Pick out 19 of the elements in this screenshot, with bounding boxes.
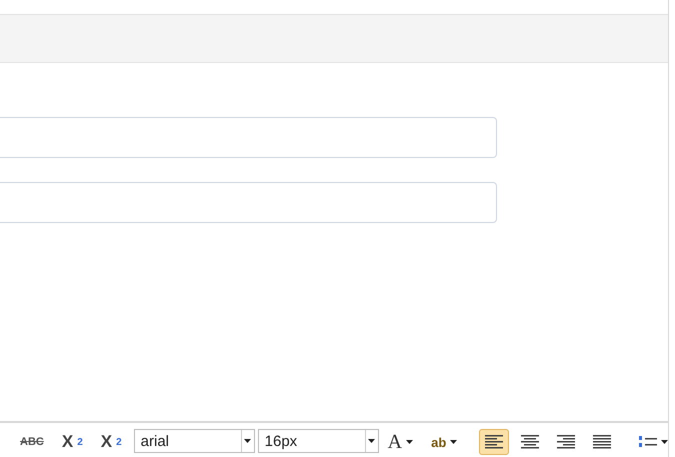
- size-select[interactable]: 16px: [258, 429, 379, 453]
- highlight-button[interactable]: ab: [425, 429, 464, 455]
- input-field[interactable]: [0, 117, 497, 158]
- strikethrough-button[interactable]: ABC: [14, 429, 50, 455]
- align-center-icon: [521, 435, 540, 449]
- font-size: 16px: [264, 432, 298, 450]
- align-right-icon: [557, 435, 576, 449]
- font-name: arial: [140, 432, 170, 450]
- align-button[interactable]: [479, 429, 510, 455]
- caret-icon: [661, 440, 668, 444]
- caret-icon: [244, 439, 252, 443]
- caret-icon: [406, 440, 414, 444]
- align-justify-icon: [593, 435, 612, 449]
- caret-icon: [450, 440, 458, 444]
- align-left-icon: [485, 435, 504, 449]
- caret-icon: [368, 439, 376, 443]
- font-select[interactable]: arial: [134, 429, 255, 453]
- input-field[interactable]: [0, 182, 497, 223]
- font-color-button[interactable]: A: [382, 429, 420, 455]
